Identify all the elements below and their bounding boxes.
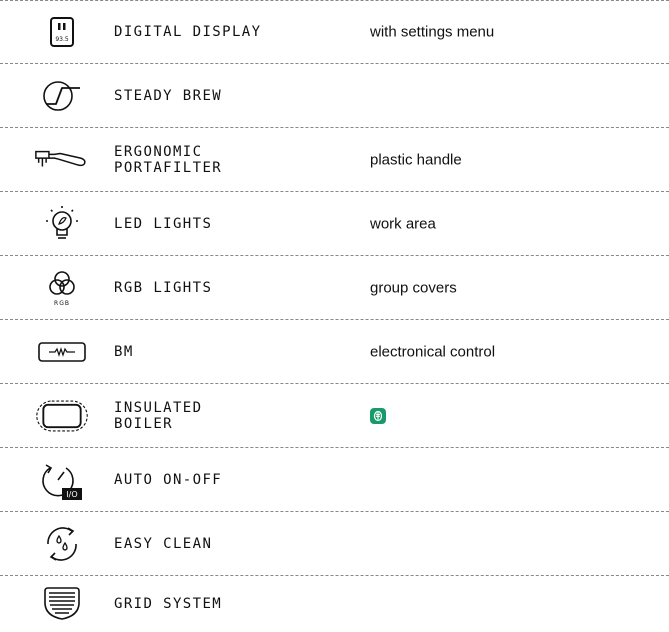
feature-row-easy-clean: EASY CLEAN	[0, 512, 669, 576]
feature-description: with settings menu	[370, 23, 495, 40]
feature-description: plastic handle	[370, 151, 462, 168]
insulated-boiler-icon	[34, 394, 90, 438]
feature-label: BM	[114, 343, 134, 360]
feature-row-bm: BM electronical control	[0, 320, 669, 384]
feature-row-insulated-boiler: INSULATED BOILER	[0, 384, 669, 448]
svg-text:RGB: RGB	[54, 300, 70, 307]
feature-row-auto-on-off: I/O AUTO ON-OFF	[0, 448, 669, 512]
feature-label: LED LIGHTS	[114, 215, 213, 232]
feature-row-grid-system: GRID SYSTEM	[0, 576, 669, 632]
feature-row-rgb-lights: RGB RGB LIGHTS group covers	[0, 256, 669, 320]
steady-brew-icon	[34, 74, 90, 118]
feature-label: DIGITAL DISPLAY	[114, 23, 262, 40]
feature-row-ergonomic-portafilter: ERGONOMIC PORTAFILTER plastic handle	[0, 128, 669, 192]
feature-description: electronical control	[370, 343, 496, 360]
feature-row-led-lights: LED LIGHTS work area	[0, 192, 669, 256]
led-bulb-icon	[34, 202, 90, 246]
feature-row-steady-brew: STEADY BREW	[0, 64, 669, 128]
feature-label: RGB LIGHTS	[114, 279, 213, 296]
rgb-circles-icon: RGB	[34, 266, 90, 310]
feature-label: ERGONOMIC PORTAFILTER	[114, 143, 223, 176]
feature-label: STEADY BREW	[114, 87, 223, 104]
feature-label: AUTO ON-OFF	[114, 471, 223, 488]
grid-system-icon	[34, 582, 90, 626]
feature-label: GRID SYSTEM	[114, 596, 223, 612]
svg-text:I/O: I/O	[66, 490, 77, 499]
feature-label: EASY CLEAN	[114, 535, 213, 552]
portafilter-icon	[34, 138, 90, 182]
feature-row-digital-display: 93.5 DIGITAL DISPLAY with settings menu	[0, 0, 669, 64]
leaf-icon	[370, 407, 386, 424]
easy-clean-icon	[34, 522, 90, 566]
digital-display-icon: 93.5	[34, 10, 90, 54]
bm-control-icon	[34, 330, 90, 374]
feature-label: INSULATED BOILER	[114, 399, 203, 432]
feature-description: work area	[370, 215, 436, 232]
svg-text:93.5: 93.5	[55, 36, 69, 43]
feature-description: group covers	[370, 279, 457, 296]
auto-on-off-icon: I/O	[34, 458, 90, 502]
